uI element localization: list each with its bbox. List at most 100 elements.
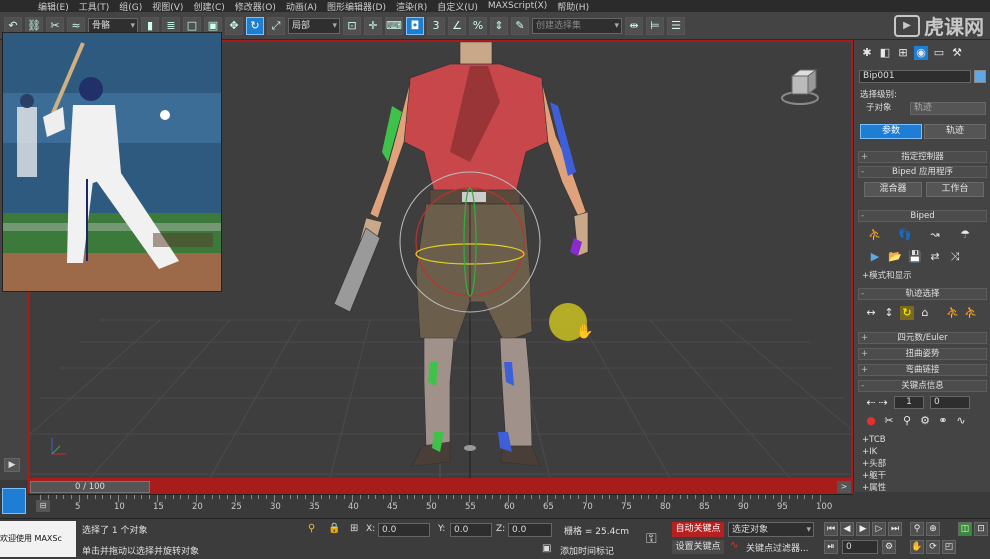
footstep-mode-icon[interactable]: 👣 (898, 228, 912, 242)
mixer-button[interactable]: 混合器 (864, 182, 922, 197)
reference-coord-dropdown[interactable]: 局部 (288, 17, 340, 34)
rollout-assign-controller[interactable]: + 指定控制器 (858, 151, 987, 163)
display-tab-icon[interactable]: ▭ (932, 46, 946, 60)
set-key-button[interactable]: 设置关键点 (672, 540, 724, 554)
save-file-icon[interactable]: 💾 (908, 250, 922, 264)
symmetrical-icon[interactable]: ⛹ (946, 306, 960, 320)
menu-item-rendering[interactable]: 渲染(R) (396, 0, 437, 13)
rollout-track-selection[interactable]: - 轨迹选择 (858, 288, 987, 300)
key-number-spinner[interactable]: 1 (894, 396, 924, 409)
spinner-snap-icon[interactable]: ⇕ (490, 16, 508, 35)
mirror-icon[interactable]: ⇹ (625, 16, 643, 35)
align-icon[interactable]: ⊨ (646, 16, 664, 35)
y-coordinate-field[interactable]: 0.0 (450, 523, 492, 537)
layer-manager-icon[interactable]: ☰ (667, 16, 685, 35)
rollout-bend-links[interactable]: + 弯曲链接 (858, 364, 987, 376)
rollout-key-info[interactable]: - 关键点信息 (858, 380, 987, 392)
delete-key-icon[interactable]: ✂ (882, 414, 896, 428)
next-frame-icon[interactable]: ▷ (872, 522, 886, 536)
menu-item-graph-editors[interactable]: 图形编辑器(D) (327, 0, 396, 13)
key-icon[interactable]: ⚿ (646, 531, 657, 547)
trackbar-left-icon[interactable]: ⊟ (36, 500, 50, 512)
character-model[interactable] (333, 42, 589, 467)
selection-lock-icon[interactable]: 🔒 (328, 523, 340, 534)
sub-object-dropdown[interactable]: 轨迹 (910, 102, 986, 115)
isolate-icon[interactable]: ⚲ (308, 523, 315, 534)
menu-item-modifiers[interactable]: 修改器(O) (235, 0, 286, 13)
pan-icon[interactable]: ✋ (910, 540, 924, 554)
next-key-icon[interactable]: ⇢ (876, 396, 890, 410)
z-coordinate-field[interactable]: 0.0 (508, 523, 552, 537)
selected-object-dropdown[interactable]: 选定对象 (728, 522, 814, 537)
time-slider-thumb[interactable]: 0 / 100 (30, 481, 150, 493)
select-rotate-icon[interactable]: ↻ (246, 16, 264, 35)
trajectories-tab[interactable]: 轨迹 (924, 124, 986, 139)
zoom-icon[interactable]: ⚲ (910, 522, 924, 536)
rollout-quaternion[interactable]: + 四元数/Euler (858, 332, 987, 344)
time-slider[interactable]: 0 / 100 > (28, 480, 853, 494)
object-color-swatch[interactable] (974, 70, 986, 83)
rollout-biped-apps[interactable]: - Biped 应用程序 (858, 166, 987, 178)
link-key-icon[interactable]: ⚭ (936, 414, 950, 428)
zoom-all-icon[interactable]: ⊕ (926, 522, 940, 536)
key-section-body[interactable]: +躯干 (862, 470, 988, 482)
track-bar[interactable]: 0510152025303540455055606570758085909510… (28, 494, 853, 519)
current-frame-field[interactable]: 0 (842, 540, 878, 554)
time-slider-next-icon[interactable]: > (837, 481, 851, 493)
load-file-icon[interactable]: 📂 (888, 250, 902, 264)
x-coordinate-field[interactable]: 0.0 (378, 523, 430, 537)
object-name-field[interactable]: Bip001 (859, 70, 971, 83)
go-to-start-icon[interactable]: ⏮ (824, 522, 838, 536)
viewport-nav-arrow-icon[interactable]: ▶ (4, 458, 20, 472)
rollout-biped[interactable]: - Biped (858, 210, 987, 222)
curve-icon[interactable]: ∿ (954, 414, 968, 428)
viewcube-icon[interactable] (781, 69, 819, 105)
lock-cog-icon[interactable]: ⌂ (918, 306, 932, 320)
go-to-end-icon[interactable]: ⏭ (888, 522, 902, 536)
edit-named-sets-icon[interactable]: ✎ (511, 16, 529, 35)
menu-item-help[interactable]: 帮助(H) (557, 0, 599, 13)
body-rotation-icon[interactable]: ↻ (900, 306, 914, 320)
time-tag-icon[interactable]: ▣ (542, 543, 551, 554)
menu-item-group[interactable]: 组(G) (119, 0, 152, 13)
zoom-extents-icon[interactable]: ◫ (958, 522, 972, 536)
modify-tab-icon[interactable]: ◧ (878, 46, 892, 60)
utilities-tab-icon[interactable]: ⚒ (950, 46, 964, 60)
set-key-icon[interactable]: ● (864, 414, 878, 428)
add-time-tag[interactable]: 添加时间标记 (560, 544, 614, 557)
mixer-mode-icon[interactable]: ☂ (958, 228, 972, 242)
percent-snap-icon[interactable]: % (469, 16, 487, 35)
menu-item-customize[interactable]: 自定义(U) (437, 0, 488, 13)
mode-display-expander[interactable]: +模式和显示 (862, 270, 988, 282)
angle-snap-icon[interactable]: ∠ (448, 16, 466, 35)
figure-mode-icon[interactable]: ⛹ (868, 228, 882, 242)
rollout-twist[interactable]: + 扭曲姿势 (858, 348, 987, 360)
play-icon[interactable]: ▶ (856, 522, 870, 536)
field-of-view-icon[interactable]: ⊡ (974, 522, 988, 536)
move-all-mode-icon[interactable]: ⤨ (948, 250, 962, 264)
hierarchy-tab-icon[interactable]: ⊞ (896, 46, 910, 60)
create-tab-icon[interactable]: ✱ (860, 46, 874, 60)
workbench-button[interactable]: 工作台 (926, 182, 984, 197)
named-selection-dropdown[interactable]: 创建选择集 (532, 17, 622, 34)
key-tool-icon[interactable]: ⚙ (918, 414, 932, 428)
convert-icon[interactable]: ⇄ (928, 250, 942, 264)
select-move-icon[interactable]: ✥ (225, 16, 243, 35)
trajectory-icon[interactable]: ⚲ (900, 414, 914, 428)
key-time-spinner[interactable]: 0 (930, 396, 970, 409)
snap-3d-icon[interactable]: 3 (427, 16, 445, 35)
body-horizontal-icon[interactable]: ↔ (864, 306, 878, 320)
parameters-tab[interactable]: 参数 (860, 124, 922, 139)
key-section-head[interactable]: +头部 (862, 458, 988, 470)
curve-editor-toggle-icon[interactable] (2, 488, 26, 514)
opposite-icon[interactable]: ⛹ (964, 306, 978, 320)
absolute-mode-icon[interactable]: ⊞ (350, 523, 358, 534)
motion-flow-icon[interactable]: ↝ (928, 228, 942, 242)
menu-item-create[interactable]: 创建(C) (193, 0, 234, 13)
auto-key-button[interactable]: 自动关键点 (672, 522, 724, 537)
body-vertical-icon[interactable]: ↕ (882, 306, 896, 320)
key-mode-icon[interactable]: ⏯ (824, 540, 838, 554)
select-manipulate-icon[interactable]: ✛ (364, 16, 382, 35)
key-section-tcb[interactable]: +TCB (862, 434, 988, 446)
menu-item-animation[interactable]: 动画(A) (286, 0, 327, 13)
